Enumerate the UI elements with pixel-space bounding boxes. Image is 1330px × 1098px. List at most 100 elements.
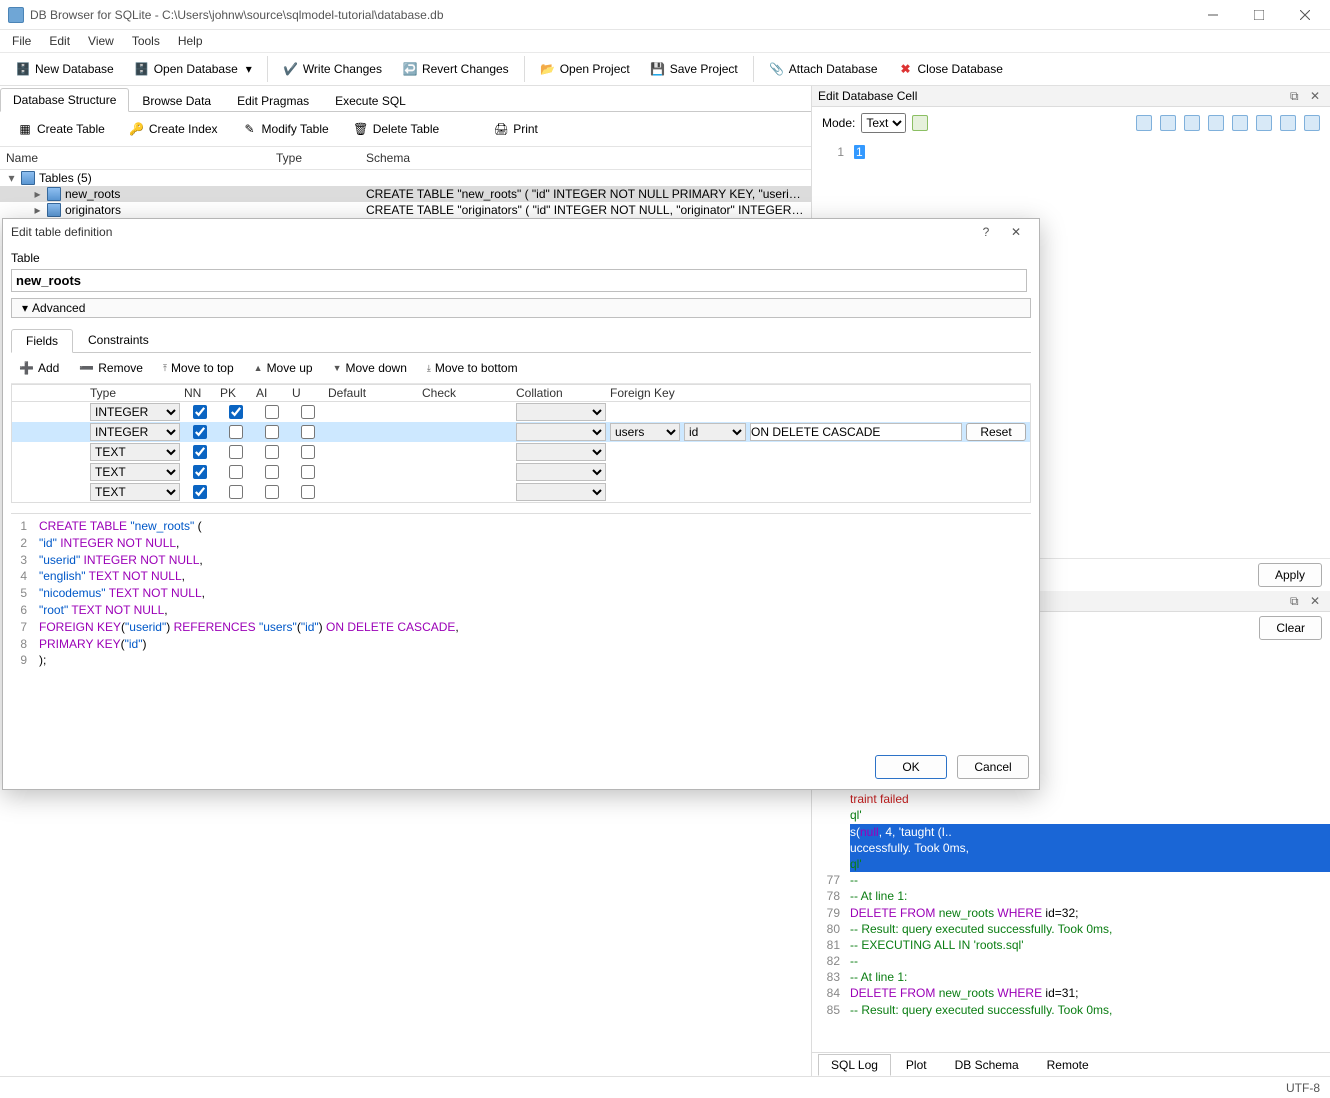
nn-checkbox[interactable] xyxy=(193,485,207,499)
tab-edit-pragmas[interactable]: Edit Pragmas xyxy=(224,89,322,112)
chevron-right-icon[interactable]: ▸ xyxy=(32,205,43,216)
tool-icon[interactable] xyxy=(1136,115,1152,131)
log-row[interactable]: 80-- Result: query executed successfully… xyxy=(818,921,1330,937)
collation-select[interactable] xyxy=(516,463,606,481)
ai-checkbox[interactable] xyxy=(265,405,279,419)
modify-table-button[interactable]: ✎Modify Table xyxy=(233,117,338,141)
nn-checkbox[interactable] xyxy=(193,465,207,479)
tree-tables-root[interactable]: ▾Tables (5) xyxy=(0,170,811,186)
field-row[interactable]: INTEGER usersid Reset xyxy=(12,422,1030,442)
popout-icon[interactable]: ⧉ xyxy=(1290,594,1304,608)
popout-icon[interactable]: ⧉ xyxy=(1290,89,1304,103)
fk-table-select[interactable]: users xyxy=(610,423,680,441)
log-row[interactable]: 85-- Result: query executed successfully… xyxy=(818,1002,1330,1018)
log-row[interactable]: ql' xyxy=(818,856,1330,872)
field-row[interactable]: TEXT xyxy=(12,482,1030,502)
col-foreign-key[interactable]: Foreign Key xyxy=(610,386,680,400)
field-type-select[interactable]: TEXT xyxy=(90,463,180,481)
fk-column-select[interactable]: id xyxy=(684,423,746,441)
field-type-select[interactable]: INTEGER xyxy=(90,423,180,441)
tool-icon[interactable] xyxy=(1304,115,1320,131)
tool-icon[interactable] xyxy=(1256,115,1272,131)
field-row[interactable]: TEXT xyxy=(12,462,1030,482)
close-icon[interactable]: ✕ xyxy=(1001,221,1031,243)
field-type-select[interactable]: TEXT xyxy=(90,483,180,501)
fk-action-input[interactable] xyxy=(750,423,962,441)
pk-checkbox[interactable] xyxy=(229,465,243,479)
log-row[interactable]: 81-- EXECUTING ALL IN 'roots.sql' xyxy=(818,937,1330,953)
nn-checkbox[interactable] xyxy=(193,445,207,459)
advanced-button[interactable]: ▾Advanced xyxy=(11,298,1031,318)
ai-checkbox[interactable] xyxy=(265,445,279,459)
maximize-button[interactable] xyxy=(1236,0,1282,30)
sql-preview[interactable]: 1CREATE TABLE "new_roots" (2 "id" INTEGE… xyxy=(11,513,1031,747)
tool-icon[interactable] xyxy=(1232,115,1248,131)
tool-icon[interactable] xyxy=(1208,115,1224,131)
logtab-dbschema[interactable]: DB Schema xyxy=(942,1054,1032,1076)
log-row[interactable]: s(null, 4, 'taught (I.. xyxy=(818,824,1330,840)
new-database-button[interactable]: 🗄️New Database xyxy=(6,57,123,81)
remove-field-button[interactable]: ➖Remove xyxy=(73,359,149,377)
cancel-button[interactable]: Cancel xyxy=(957,755,1029,779)
log-row[interactable]: 77-- xyxy=(818,872,1330,888)
minimize-button[interactable] xyxy=(1190,0,1236,30)
col-type[interactable]: Type xyxy=(276,151,366,165)
close-panel-icon[interactable]: ✕ xyxy=(1310,89,1324,103)
cell-value[interactable]: 1 xyxy=(854,145,865,159)
log-row[interactable]: uccessfully. Took 0ms, xyxy=(818,840,1330,856)
tool-icon[interactable] xyxy=(1184,115,1200,131)
table-name-input[interactable] xyxy=(11,269,1027,292)
attach-database-button[interactable]: 📎Attach Database xyxy=(760,57,887,81)
col-check[interactable]: Check xyxy=(422,386,512,400)
apply-button[interactable]: Apply xyxy=(1258,563,1322,587)
move-bottom-button[interactable]: ⤓Move to bottom xyxy=(421,359,524,377)
save-project-button[interactable]: 💾Save Project xyxy=(641,57,747,81)
field-type-select[interactable]: INTEGER xyxy=(90,403,180,421)
pk-checkbox[interactable] xyxy=(229,485,243,499)
log-row[interactable]: ql' xyxy=(818,807,1330,823)
close-database-button[interactable]: ✖Close Database xyxy=(889,57,1012,81)
delete-table-button[interactable]: 🗑Delete Table xyxy=(344,117,449,141)
collation-select[interactable] xyxy=(516,443,606,461)
create-table-button[interactable]: ▦Create Table xyxy=(8,117,114,141)
move-down-button[interactable]: ▼Move down xyxy=(327,359,413,377)
pk-checkbox[interactable] xyxy=(229,405,243,419)
logtab-plot[interactable]: Plot xyxy=(893,1054,940,1076)
nn-checkbox[interactable] xyxy=(193,425,207,439)
u-checkbox[interactable] xyxy=(301,485,315,499)
log-row[interactable]: 78-- At line 1: xyxy=(818,888,1330,904)
tool-icon[interactable] xyxy=(1280,115,1296,131)
log-row[interactable]: 83-- At line 1: xyxy=(818,969,1330,985)
help-icon[interactable]: ? xyxy=(971,221,1001,243)
tab-execute-sql[interactable]: Execute SQL xyxy=(322,89,419,112)
chevron-right-icon[interactable]: ▸ xyxy=(32,189,43,200)
reset-fk-button[interactable]: Reset xyxy=(966,423,1026,441)
field-type-select[interactable]: TEXT xyxy=(90,443,180,461)
logtab-remote[interactable]: Remote xyxy=(1034,1054,1102,1076)
write-changes-button[interactable]: ✔️Write Changes xyxy=(274,57,391,81)
clear-button[interactable]: Clear xyxy=(1259,616,1322,640)
menu-edit[interactable]: Edit xyxy=(41,32,78,50)
chevron-down-icon[interactable]: ▾ xyxy=(6,173,17,184)
revert-changes-button[interactable]: ↩️Revert Changes xyxy=(393,57,518,81)
field-row[interactable]: TEXT xyxy=(12,442,1030,462)
menu-view[interactable]: View xyxy=(80,32,122,50)
field-row[interactable]: INTEGER xyxy=(12,402,1030,422)
collation-select[interactable] xyxy=(516,403,606,421)
col-type[interactable]: Type xyxy=(90,386,180,400)
u-checkbox[interactable] xyxy=(301,445,315,459)
collation-select[interactable] xyxy=(516,423,606,441)
add-field-button[interactable]: ➕Add xyxy=(13,359,65,377)
ai-checkbox[interactable] xyxy=(265,425,279,439)
collation-select[interactable] xyxy=(516,483,606,501)
col-schema[interactable]: Schema xyxy=(366,151,805,165)
u-checkbox[interactable] xyxy=(301,425,315,439)
tab-browse-data[interactable]: Browse Data xyxy=(129,89,224,112)
pk-checkbox[interactable] xyxy=(229,425,243,439)
col-pk[interactable]: PK xyxy=(220,386,252,400)
menu-help[interactable]: Help xyxy=(170,32,211,50)
menu-tools[interactable]: Tools xyxy=(124,32,168,50)
ok-button[interactable]: OK xyxy=(875,755,947,779)
u-checkbox[interactable] xyxy=(301,465,315,479)
subtab-constraints[interactable]: Constraints xyxy=(73,328,164,352)
